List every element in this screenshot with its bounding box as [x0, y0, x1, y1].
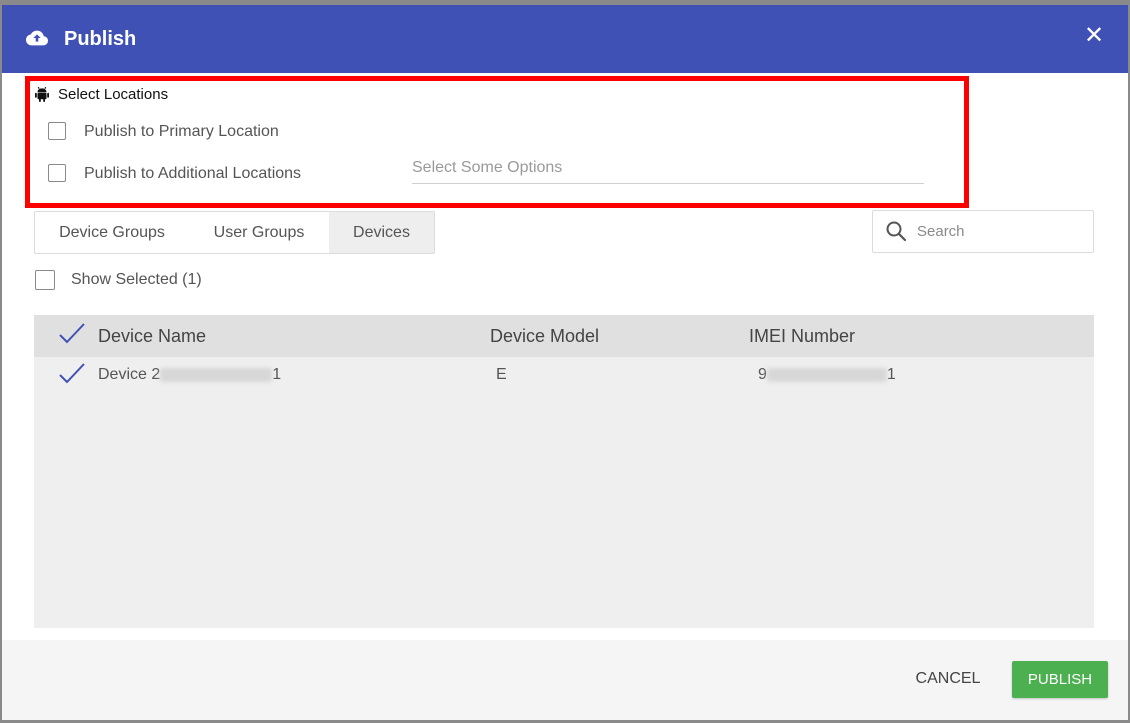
imei-suffix: 1: [886, 366, 896, 383]
close-icon[interactable]: ✕: [1082, 21, 1106, 51]
primary-location-checkbox[interactable]: [48, 122, 66, 140]
cloud-upload-icon: [26, 30, 48, 46]
show-selected-label[interactable]: Show Selected (1): [71, 270, 202, 290]
cancel-button[interactable]: CANCEL: [908, 660, 988, 698]
tab-devices[interactable]: Devices: [329, 212, 434, 253]
imei-prefix: 9: [758, 366, 767, 383]
primary-location-label[interactable]: Publish to Primary Location: [84, 122, 279, 142]
table-header: Device Name Device Model IMEI Number: [34, 315, 1094, 357]
dialog-footer: CANCEL PUBLISH: [2, 640, 1128, 720]
table-row[interactable]: Device 21 E 91: [34, 357, 1094, 393]
search-input[interactable]: Search: [872, 210, 1094, 253]
device-name-cell: Device 2 1: [98, 357, 281, 393]
device-name-prefix: Device 2: [98, 366, 161, 383]
column-header-imei-number[interactable]: IMEI Number: [749, 315, 855, 357]
imei-cell: 91: [758, 357, 896, 393]
redacted-blur: [766, 367, 887, 382]
column-header-device-model[interactable]: Device Model: [490, 315, 599, 357]
dialog-header: Publish ✕: [2, 5, 1128, 73]
android-icon: [35, 86, 49, 102]
additional-locations-label[interactable]: Publish to Additional Locations: [84, 164, 301, 184]
tab-device-groups[interactable]: Device Groups: [35, 212, 189, 253]
search-icon: [886, 221, 907, 242]
show-selected-checkbox[interactable]: [35, 270, 55, 290]
device-model-cell: E: [496, 366, 507, 383]
dialog-title: Publish: [64, 28, 137, 50]
row-selected-check-icon[interactable]: [58, 362, 86, 386]
additional-locations-checkbox[interactable]: [48, 164, 66, 182]
additional-locations-select[interactable]: Select Some Options: [412, 153, 924, 184]
publish-button[interactable]: PUBLISH: [1012, 661, 1108, 698]
locations-title: Select Locations: [58, 85, 169, 103]
devices-table: Device Name Device Model IMEI Number Dev…: [34, 315, 1094, 628]
locations-section-header: Select Locations: [35, 84, 168, 104]
target-tabs: Device Groups User Groups Devices: [34, 211, 435, 254]
search-placeholder: Search: [917, 223, 965, 240]
device-name-suffix: 1: [272, 366, 282, 383]
publish-dialog: Publish ✕ Select Locations Publish to Pr…: [2, 5, 1128, 720]
redacted-blur: [160, 367, 273, 382]
select-all-check-icon[interactable]: [58, 322, 86, 346]
tab-user-groups[interactable]: User Groups: [189, 212, 329, 253]
column-header-device-name[interactable]: Device Name: [98, 315, 206, 357]
